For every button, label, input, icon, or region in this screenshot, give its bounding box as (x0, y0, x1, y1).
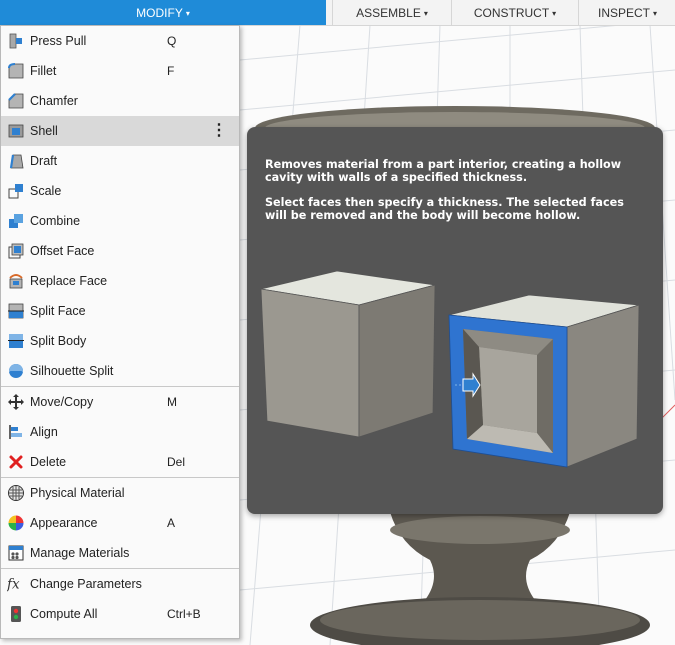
menu-item-offset-face[interactable]: Offset Face (1, 236, 239, 266)
menu-item-label: Delete (30, 455, 67, 469)
tooltip-description: Removes material from a part interior, c… (265, 158, 622, 184)
menu-item-shell[interactable]: Shell ⋮ (1, 116, 239, 146)
menu-item-draft[interactable]: Draft (1, 146, 239, 176)
menu-item-replace-face[interactable]: Replace Face (1, 266, 239, 296)
tab-assemble[interactable]: ASSEMBLE ▾ (332, 0, 451, 25)
menu-item-label: Physical Material (30, 486, 125, 500)
move-copy-icon (7, 393, 25, 411)
menu-item-label: Change Parameters (30, 577, 142, 591)
chevron-down-icon: ▾ (552, 9, 557, 18)
menu-item-shortcut: A (167, 516, 176, 530)
tab-inspect-label: INSPECT (597, 6, 650, 20)
chevron-down-icon: ▾ (653, 9, 658, 18)
compute-all-icon (7, 605, 25, 623)
menu-item-combine[interactable]: Combine (1, 206, 239, 236)
menu-item-fillet[interactable]: Fillet F (1, 56, 239, 86)
menu-item-label: Shell (30, 124, 58, 138)
combine-icon (7, 212, 25, 230)
tab-construct[interactable]: CONSTRUCT ▾ (451, 0, 578, 25)
menu-item-label: Manage Materials (30, 546, 130, 560)
menu-item-label: Move/Copy (30, 395, 94, 409)
function-icon: fx (7, 575, 25, 593)
menu-item-appearance[interactable]: Appearance A (1, 508, 239, 538)
replace-face-icon (7, 272, 25, 290)
menu-item-align[interactable]: Align (1, 417, 239, 447)
menu-item-delete[interactable]: Delete Del (1, 447, 239, 477)
modify-menu: Press Pull Q Fillet F Chamfer Shell ⋮ Dr… (0, 25, 240, 639)
menu-item-label: Split Face (30, 304, 86, 318)
align-icon (7, 423, 25, 441)
shell-tooltip: Removes material from a part interior, c… (247, 127, 663, 514)
menu-item-shortcut: Q (167, 34, 177, 48)
menu-item-label: Chamfer (30, 94, 78, 108)
menu-item-label: Press Pull (30, 34, 87, 48)
manage-materials-icon (7, 544, 25, 562)
menu-item-chamfer[interactable]: Chamfer (1, 86, 239, 116)
chevron-down-icon: ▾ (185, 9, 190, 18)
chevron-down-icon: ▾ (423, 9, 428, 18)
menu-item-shortcut: Ctrl+B (167, 607, 201, 621)
menu-item-physical-material[interactable]: Physical Material (1, 478, 239, 508)
menu-item-manage-materials[interactable]: Manage Materials (1, 538, 239, 568)
svg-text:fx: fx (7, 577, 20, 593)
offset-face-icon (7, 242, 25, 260)
menu-item-shortcut: F (167, 64, 175, 78)
menu-item-label: Compute All (30, 607, 98, 621)
split-face-icon (7, 302, 25, 320)
menu-item-label: Silhouette Split (30, 364, 114, 378)
menu-item-shortcut: Del (167, 455, 186, 469)
press-pull-icon (7, 32, 25, 50)
shell-illustration (260, 270, 640, 468)
menu-item-label: Split Body (30, 334, 87, 348)
more-options-icon[interactable]: ⋮ (211, 123, 227, 139)
menu-item-label: Fillet (30, 64, 57, 78)
tab-assemble-label: ASSEMBLE (356, 6, 421, 20)
menu-item-label: Scale (30, 184, 62, 198)
toolbar: MODIFY ▾ ASSEMBLE ▾ CONSTRUCT ▾ INSPECT ▾ (0, 0, 675, 26)
menu-item-change-parameters[interactable]: fx Change Parameters (1, 569, 239, 599)
menu-item-shortcut: M (167, 395, 177, 409)
tooltip-text: Removes material from a part interior, c… (265, 158, 649, 234)
solid-cube-image (260, 270, 436, 438)
delete-icon (7, 453, 25, 471)
menu-item-silhouette-split[interactable]: Silhouette Split (1, 356, 239, 386)
hollow-cube-image (448, 294, 640, 468)
menu-item-split-body[interactable]: Split Body (1, 326, 239, 356)
menu-item-scale[interactable]: Scale (1, 176, 239, 206)
chamfer-icon (7, 92, 25, 110)
menu-item-compute-all[interactable]: Compute All Ctrl+B (1, 599, 239, 629)
menu-item-label: Combine (30, 214, 81, 228)
menu-item-label: Replace Face (30, 274, 108, 288)
silhouette-split-icon (7, 362, 25, 380)
split-body-icon (7, 332, 25, 350)
tab-inspect[interactable]: INSPECT ▾ (578, 0, 675, 25)
menu-item-press-pull[interactable]: Press Pull Q (1, 26, 239, 56)
draft-icon (7, 152, 25, 170)
menu-item-split-face[interactable]: Split Face (1, 296, 239, 326)
tab-modify-label: MODIFY (136, 6, 183, 20)
menu-item-label: Offset Face (30, 244, 95, 258)
tab-construct-label: CONSTRUCT (473, 6, 550, 20)
fillet-icon (7, 62, 25, 80)
tooltip-instructions: Select faces then specify a thickness. T… (265, 196, 624, 222)
menu-item-label: Align (30, 425, 58, 439)
shell-icon (7, 122, 25, 140)
menu-item-label: Appearance (30, 516, 98, 530)
appearance-icon (7, 514, 25, 532)
menu-item-label: Draft (30, 154, 58, 168)
scale-icon (7, 182, 25, 200)
physical-material-icon (7, 484, 25, 502)
tab-modify[interactable]: MODIFY ▾ (0, 0, 326, 25)
menu-item-move-copy[interactable]: Move/Copy M (1, 387, 239, 417)
